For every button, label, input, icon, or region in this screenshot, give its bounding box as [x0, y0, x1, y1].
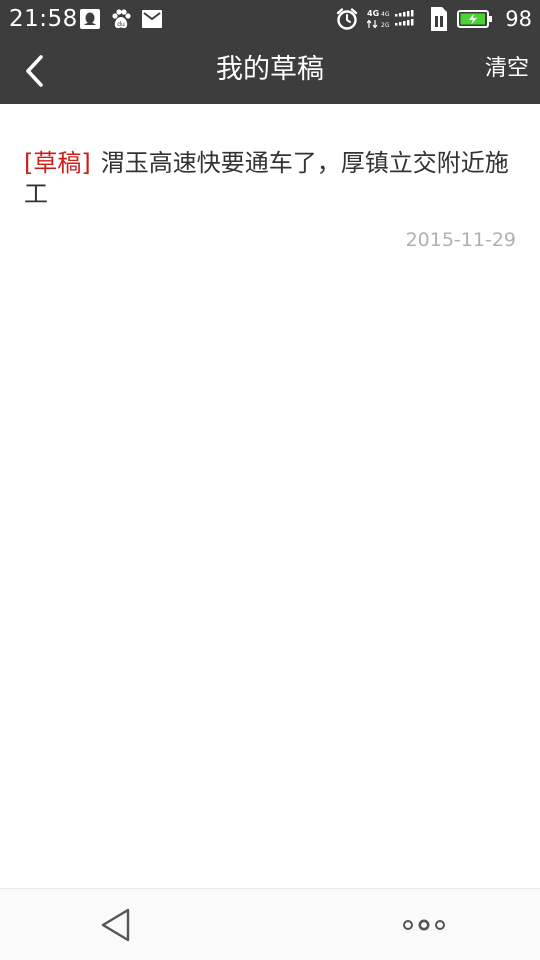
nav-bar: [0, 888, 540, 960]
network-label-3: 2G: [381, 22, 390, 29]
network-label-2: 4G: [381, 11, 390, 18]
battery-charging-icon: [457, 9, 493, 29]
draft-item[interactable]: [草稿] 渭玉高速快要通车了，厚镇立交附近施工 2015-11-29: [0, 104, 540, 264]
draft-date: 2015-11-29: [405, 229, 516, 251]
sim-icon: [429, 6, 449, 32]
nav-back-button[interactable]: [95, 903, 139, 947]
nav-menu-button[interactable]: [398, 911, 450, 939]
alarm-icon: [335, 7, 359, 31]
network-label-1: 4G: [367, 9, 379, 18]
draft-list: [草稿] 渭玉高速快要通车了，厚镇立交附近施工 2015-11-29: [0, 104, 540, 264]
page-title: 我的草稿: [216, 54, 324, 85]
status-time: 21:58: [9, 6, 78, 32]
draft-text: 渭玉高速快要通车了，厚镇立交附近施工: [24, 149, 509, 208]
qq-icon: [79, 8, 101, 30]
status-left-icons: du: [79, 8, 163, 30]
three-dots-menu-icon: [398, 911, 450, 939]
draft-content: [草稿] 渭玉高速快要通车了，厚镇立交附近施工: [24, 148, 520, 210]
status-right-icons: 4G 4G 2G 98: [335, 6, 532, 32]
baidu-icon: du: [110, 8, 132, 30]
title-bar: 我的草稿 清空: [0, 38, 540, 104]
draft-tag: [草稿]: [24, 149, 91, 177]
triangle-back-icon: [95, 903, 139, 947]
clear-button[interactable]: 清空: [485, 55, 529, 83]
mail-icon: [141, 8, 163, 30]
battery-percentage: 98: [505, 7, 532, 31]
svg-text:du: du: [117, 21, 125, 28]
status-bar: 21:58 du 4G 4G 2G 98: [0, 0, 540, 38]
network-4g-signal-icon: 4G 4G 2G: [367, 7, 421, 31]
